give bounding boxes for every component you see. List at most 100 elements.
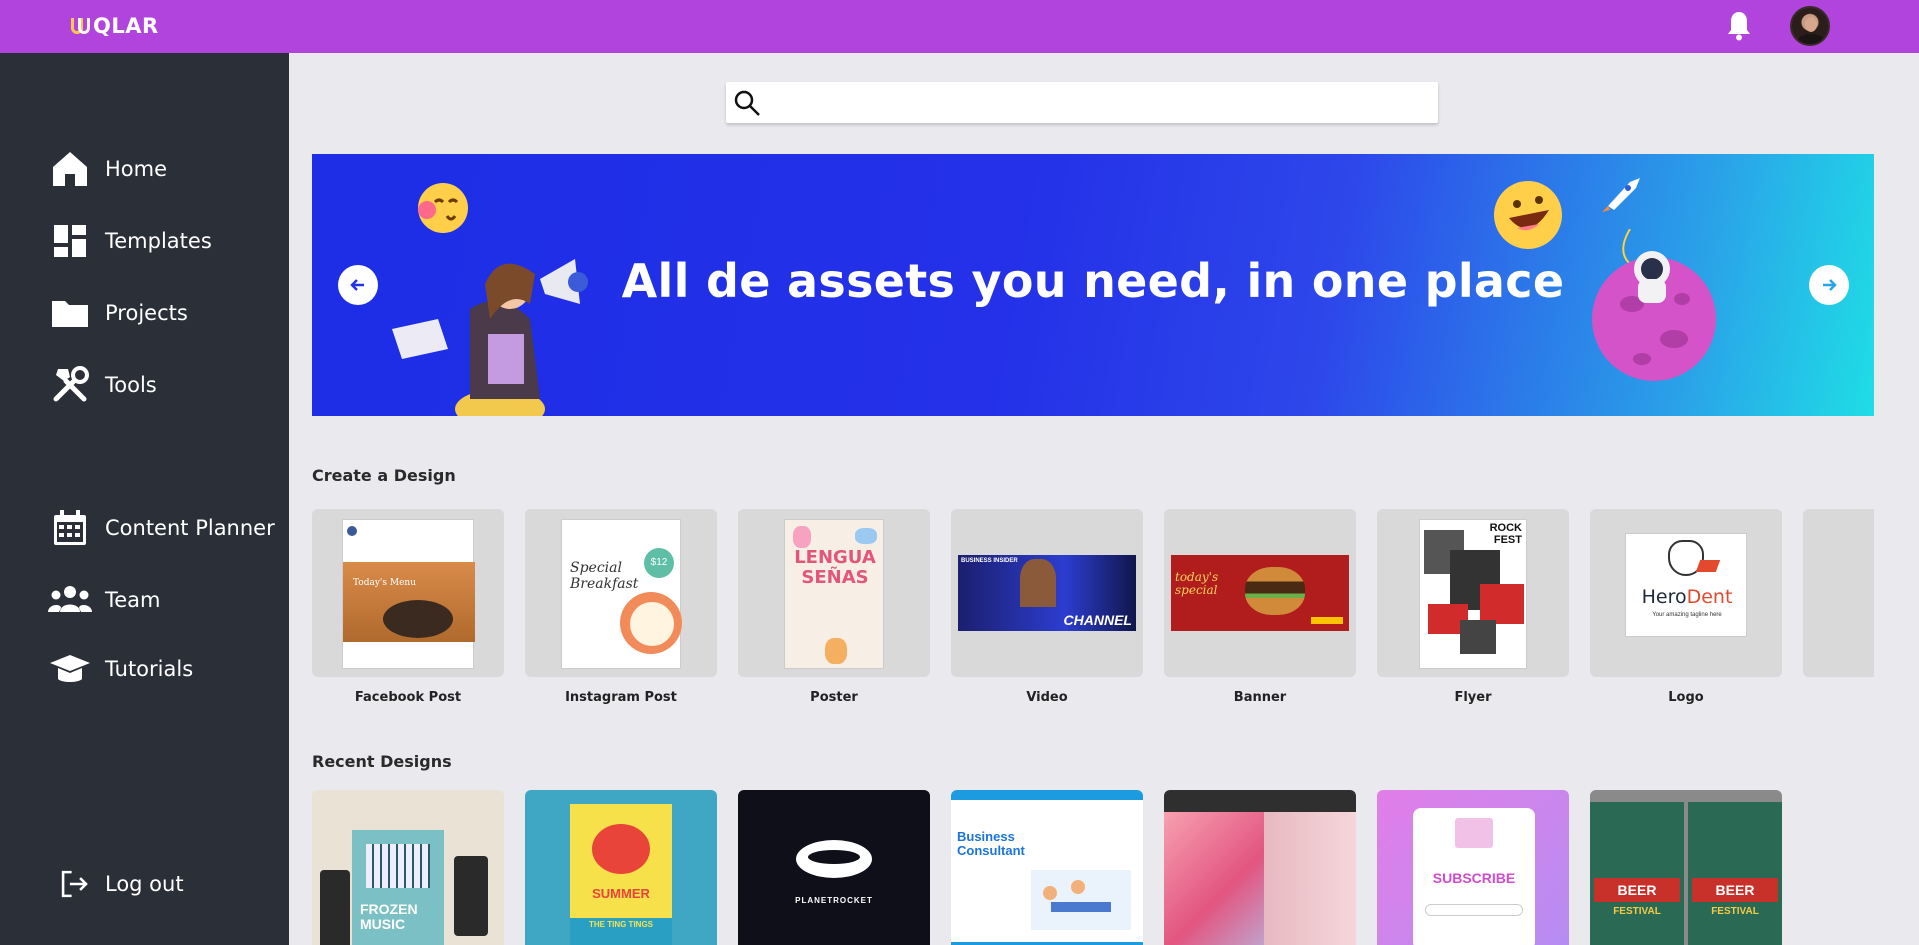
top-bar: QLAR (0, 0, 1919, 53)
design-type-label: Facebook Post (354, 690, 462, 705)
recent-thumb-text: SUBSCRIBE (1432, 870, 1516, 886)
tools-icon (53, 366, 89, 402)
flyer-thumb-text: ROCK FEST (1489, 522, 1522, 546)
recent-thumb-text: BEER (1594, 878, 1680, 902)
design-thumbnail[interactable]: BEER BEER FESTIVAL FESTIVAL (1590, 790, 1782, 945)
recent-thumb-text: FROZEN MUSIC (360, 901, 418, 932)
logout-icon (61, 870, 88, 898)
design-thumbnail[interactable]: PLANETROCKET (738, 790, 930, 945)
recent-designs-list: FROZEN MUSIC SUMMER THE TING TINGS PLANE… (312, 790, 1874, 945)
sidebar-item-home[interactable]: Home (0, 146, 289, 192)
arrow-right-icon (1823, 279, 1837, 291)
design-type-label: Instagram Post (565, 690, 677, 705)
design-thumbnail[interactable]: HeroDent Your amazing tagline here (1590, 509, 1782, 677)
design-thumbnail[interactable]: Special Breakfast $12 (525, 509, 717, 677)
search-icon[interactable] (732, 88, 762, 118)
video-thumb-brand: BUSINESS INSIDER (961, 558, 1018, 564)
recent-design-item[interactable]: Business Consultant (951, 790, 1143, 945)
sidebar-item-label: Templates (105, 229, 212, 253)
folder-icon (52, 301, 88, 327)
sidebar-item-projects[interactable]: Projects (0, 290, 289, 336)
notification-bell-icon[interactable] (1726, 10, 1752, 42)
design-type-poster[interactable]: LENGUA SEÑAS Poster (738, 509, 930, 705)
ig-thumb-text: Special Breakfast (570, 560, 639, 592)
recent-design-item[interactable]: PLANETROCKET (738, 790, 930, 945)
recent-design-item[interactable] (1164, 790, 1356, 945)
logout-button[interactable]: Log out (0, 861, 289, 907)
sidebar-item-label: Tutorials (105, 657, 194, 681)
arrow-left-icon (350, 279, 364, 291)
design-type-label: Video (1026, 690, 1068, 705)
design-type-label: Flyer (1454, 690, 1492, 705)
search-input[interactable] (770, 88, 1420, 116)
banner-next-button[interactable] (1809, 265, 1849, 305)
design-thumbnail[interactable]: Business Consultant (951, 790, 1143, 945)
recent-design-item[interactable]: BEER BEER FESTIVAL FESTIVAL (1590, 790, 1782, 945)
sidebar-item-label: Home (105, 157, 168, 181)
design-type-banner[interactable]: today's special Banner (1164, 509, 1356, 705)
sidebar-item-tutorials[interactable]: Tutorials (0, 646, 289, 692)
logo-thumb-text-a: Hero (1641, 586, 1687, 608)
recent-thumb-text: Business Consultant (957, 829, 1025, 858)
rocket-icon (1602, 178, 1640, 212)
sidebar-item-label: Content Planner (105, 516, 275, 540)
design-thumbnail[interactable]: FROZEN MUSIC (312, 790, 504, 945)
design-type-flyer[interactable]: ROCK FEST Flyer (1377, 509, 1569, 705)
sidebar-item-content-planner[interactable]: Content Planner (0, 505, 289, 551)
logo-thumb-tagline: Your amazing tagline here (1652, 612, 1722, 618)
calendar-icon (54, 510, 86, 545)
sidebar: Home Templates Projects Tools Content Pl… (0, 53, 289, 945)
design-type-logo[interactable]: HeroDent Your amazing tagline here Logo (1590, 509, 1782, 705)
design-thumbnail[interactable]: LENGUA SEÑAS (738, 509, 930, 677)
recent-thumb-sub: THE TING TINGS (570, 918, 672, 945)
templates-icon (54, 225, 86, 257)
design-type-video[interactable]: BUSINESS INSIDER CHANNEL Video (951, 509, 1143, 705)
poster-thumb-text: LENGUA SEÑAS (794, 547, 876, 588)
fb-thumb-text: Today's Menu (353, 578, 417, 588)
design-thumbnail[interactable]: today's special (1164, 509, 1356, 677)
logo-text: QLAR (93, 14, 159, 38)
hero-banner: All de assets you need, in one place (312, 154, 1874, 416)
team-icon (48, 586, 92, 612)
recent-thumb-text: BEER (1692, 878, 1778, 902)
design-type-facebook-post[interactable]: Today's Menu Facebook Post (312, 509, 504, 705)
happy-emoji-icon (1494, 181, 1562, 249)
design-type-instagram-post[interactable]: Special Breakfast $12 Instagram Post (525, 509, 717, 705)
sidebar-item-label: Tools (105, 373, 157, 397)
design-thumbnail[interactable] (1164, 790, 1356, 945)
recent-thumb-sub: FESTIVAL (1613, 906, 1661, 917)
recent-design-item[interactable]: SUMMER THE TING TINGS (525, 790, 717, 945)
video-thumb-text: CHANNEL (1063, 612, 1132, 628)
graduation-cap-icon (50, 655, 90, 682)
sidebar-item-templates[interactable]: Templates (0, 218, 289, 264)
user-avatar[interactable] (1790, 6, 1830, 46)
design-thumbnail[interactable]: SUMMER THE TING TINGS (525, 790, 717, 945)
logo-mark-icon (71, 16, 93, 36)
ig-price-badge: $12 (644, 548, 674, 578)
logo-thumb-text-b: Dent (1686, 586, 1733, 608)
recent-design-item[interactable]: FROZEN MUSIC (312, 790, 504, 945)
banner-prev-button[interactable] (338, 265, 378, 305)
banner-thumb-text: today's special (1175, 570, 1219, 597)
sidebar-item-label: Projects (105, 301, 188, 325)
planet-astronaut-illustration (1592, 229, 1716, 381)
sidebar-item-tools[interactable]: Tools (0, 362, 289, 408)
sidebar-item-label: Team (105, 588, 161, 612)
app-logo[interactable]: QLAR (71, 14, 159, 38)
design-thumbnail[interactable] (1803, 509, 1874, 677)
search-bar (726, 82, 1438, 123)
sidebar-item-team[interactable]: Team (0, 577, 289, 623)
recent-design-item[interactable]: SUBSCRIBE (1377, 790, 1569, 945)
design-type-label: Logo (1668, 690, 1704, 705)
create-design-title: Create a Design (312, 466, 456, 485)
wink-emoji-icon (418, 183, 468, 233)
design-thumbnail[interactable]: BUSINESS INSIDER CHANNEL (951, 509, 1143, 677)
design-type-next[interactable] (1803, 509, 1874, 677)
design-thumbnail[interactable]: SUBSCRIBE (1377, 790, 1569, 945)
design-thumbnail[interactable]: ROCK FEST (1377, 509, 1569, 677)
design-type-label: Poster (810, 690, 858, 705)
recent-thumb-text: SUMMER (592, 886, 650, 901)
design-thumbnail[interactable]: Today's Menu (312, 509, 504, 677)
design-type-label: Banner (1233, 690, 1287, 705)
create-design-list: Today's Menu Facebook Post Special Break… (312, 509, 1874, 709)
